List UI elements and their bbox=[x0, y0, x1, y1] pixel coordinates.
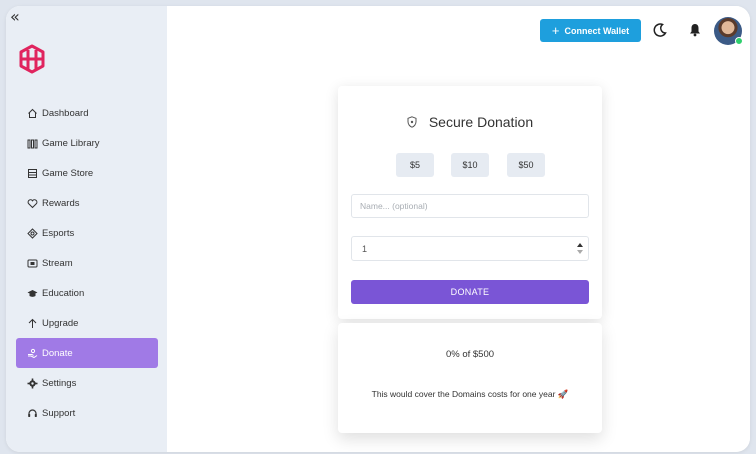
amount-button-50[interactable]: $50 bbox=[507, 153, 545, 177]
main-content: + Connect Wallet Secure Donation $5 $10 … bbox=[167, 6, 750, 452]
gear-icon bbox=[26, 377, 38, 389]
sidebar-item-label: Esports bbox=[42, 227, 75, 239]
donate-button[interactable]: DONATE bbox=[351, 280, 589, 304]
plus-icon: + bbox=[551, 23, 560, 38]
sidebar-item-label: Dashboard bbox=[42, 107, 89, 119]
target-icon bbox=[26, 227, 38, 239]
bell-icon[interactable] bbox=[689, 23, 701, 37]
sidebar-item-education[interactable]: Education bbox=[16, 278, 158, 308]
heart-icon bbox=[26, 197, 38, 209]
donation-title-text: Secure Donation bbox=[428, 114, 534, 130]
donation-progress-card: 0% of $500 This would cover the Domains … bbox=[338, 323, 602, 433]
sidebar-item-label: Game Store bbox=[42, 167, 94, 179]
sidebar-item-label: Support bbox=[42, 407, 76, 419]
progress-status-text: 0% of $500 bbox=[445, 349, 495, 360]
connect-wallet-label: Connect Wallet bbox=[564, 25, 630, 36]
sidebar-item-game-library[interactable]: Game Library bbox=[16, 128, 158, 158]
name-field[interactable] bbox=[351, 194, 589, 218]
amount-button-10[interactable]: $10 bbox=[451, 153, 489, 177]
donation-card: Secure Donation $5 $10 $50 1 DONATE bbox=[338, 86, 602, 319]
sidebar-item-rewards[interactable]: Rewards bbox=[16, 188, 158, 218]
quantity-input[interactable]: 1 bbox=[351, 236, 589, 261]
arrow-up-icon bbox=[26, 317, 38, 329]
sidebar-item-support[interactable]: Support bbox=[16, 398, 158, 428]
graduation-cap-icon bbox=[26, 287, 38, 299]
stream-icon bbox=[26, 257, 38, 269]
shield-icon bbox=[407, 116, 417, 128]
amount-button-5[interactable]: $5 bbox=[396, 153, 434, 177]
home-icon bbox=[26, 107, 38, 119]
store-icon bbox=[26, 167, 38, 179]
sidebar-item-dashboard[interactable]: Dashboard bbox=[16, 98, 158, 128]
moon-icon[interactable] bbox=[652, 22, 668, 38]
headset-icon bbox=[26, 407, 38, 419]
cover-costs-text: This would cover the Domains costs for o… bbox=[371, 389, 569, 399]
quantity-stepper[interactable] bbox=[576, 240, 584, 257]
online-status-indicator bbox=[735, 37, 743, 45]
sidebar-item-upgrade[interactable]: Upgrade bbox=[16, 308, 158, 338]
sidebar-item-label: Stream bbox=[42, 257, 73, 269]
sidebar-item-game-store[interactable]: Game Store bbox=[16, 158, 158, 188]
sidebar-item-label: Rewards bbox=[42, 197, 80, 209]
sidebar-item-settings[interactable]: Settings bbox=[16, 368, 158, 398]
game-logo-icon[interactable] bbox=[18, 44, 46, 74]
library-icon bbox=[26, 137, 38, 149]
app-window: « Dashboard Game Library Game Store Rewa… bbox=[6, 6, 750, 452]
sidebar-nav: Dashboard Game Library Game Store Reward… bbox=[16, 98, 158, 428]
connect-wallet-button[interactable]: + Connect Wallet bbox=[540, 19, 641, 42]
sidebar-item-label: Settings bbox=[42, 377, 77, 389]
sidebar-item-label: Upgrade bbox=[42, 317, 79, 329]
sidebar-item-label: Donate bbox=[42, 347, 73, 359]
sidebar-item-esports[interactable]: Esports bbox=[16, 218, 158, 248]
avatar[interactable] bbox=[714, 17, 743, 45]
sidebar-item-stream[interactable]: Stream bbox=[16, 248, 158, 278]
donate-icon bbox=[26, 347, 38, 359]
sidebar-item-label: Game Library bbox=[42, 137, 100, 149]
collapse-sidebar-button[interactable]: « bbox=[10, 8, 28, 26]
sidebar-item-donate[interactable]: Donate bbox=[16, 338, 158, 368]
sidebar-item-label: Education bbox=[42, 287, 85, 299]
donation-title: Secure Donation bbox=[338, 114, 602, 130]
quantity-value: 1 bbox=[362, 243, 368, 254]
sidebar: « Dashboard Game Library Game Store Rewa… bbox=[6, 6, 167, 452]
